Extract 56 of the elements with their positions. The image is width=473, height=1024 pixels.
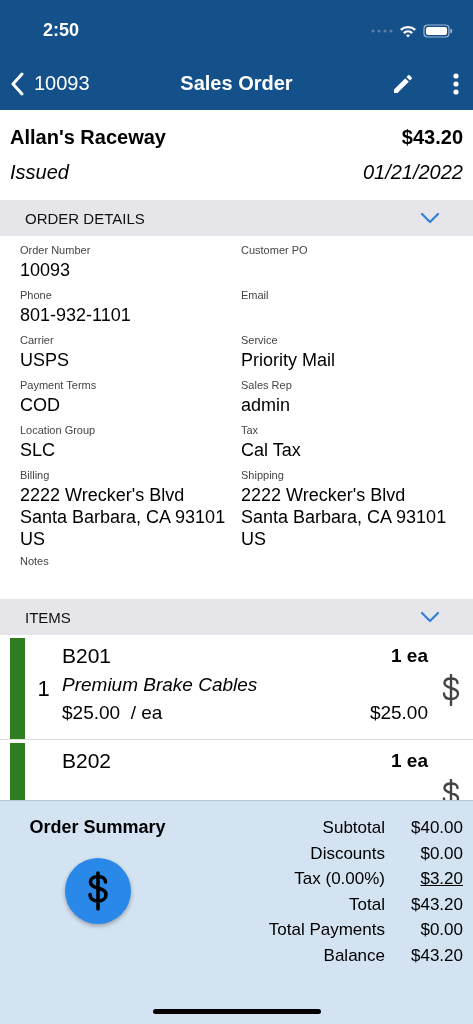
field-label: Order Number — [20, 244, 92, 256]
field-value: 2222 Wrecker's Blvd Santa Barbara, CA 93101 US — [241, 484, 448, 550]
item-description: Premium Brake Cables — [62, 674, 259, 696]
summary-value: $0.00 — [419, 919, 463, 941]
back-button[interactable]: 10093 — [10, 71, 90, 96]
field-value: SLC — [20, 439, 56, 461]
field-value: USPS — [20, 349, 71, 371]
line-item[interactable]: 1 B201 1 ea Premium Brake Cables $25.00 / ea $25.00 — [0, 635, 473, 740]
field-value: 10093 — [20, 259, 72, 281]
summary-link[interactable]: $3.20 — [411, 868, 463, 890]
line-total: $25.00 — [369, 702, 428, 724]
unit-price: $25.00 / ea — [62, 702, 163, 724]
field-label: Billing — [20, 469, 51, 481]
item-quantity: 1 ea — [391, 750, 428, 772]
section-title: ITEMS — [25, 608, 71, 626]
summary-label: Subtotal — [321, 817, 385, 839]
order-status: Issued — [10, 160, 69, 184]
field-value: COD — [20, 394, 61, 416]
item-code: B201 — [62, 644, 112, 668]
field-value: 2222 Wrecker's Blvd Santa Barbara, CA 93101 US — [20, 484, 227, 550]
field-label: Carrier — [20, 334, 55, 346]
field-label: Phone — [20, 289, 53, 301]
customer-name: Allan's Raceway — [10, 125, 166, 149]
screen-title: Sales Order — [180, 72, 293, 95]
item-code: B202 — [62, 749, 112, 773]
field-value: Priority Mail — [241, 349, 336, 371]
field-label: Payment Terms — [20, 379, 98, 391]
field-label: Sales Rep — [241, 379, 293, 391]
field-label: Service — [241, 334, 279, 346]
order-date: 01/21/2022 — [362, 160, 463, 184]
field-value: Cal Tax — [241, 439, 302, 461]
summary-label: Balance — [322, 944, 385, 966]
summary-label: Tax (0.00%) — [293, 868, 385, 890]
section-title: ORDER DETAILS — [25, 209, 145, 227]
field-value: admin — [241, 394, 292, 416]
summary-title: Order Summary — [29, 817, 166, 838]
summary-value: $0.00 — [419, 842, 463, 864]
field-label: Shipping — [241, 469, 285, 481]
item-quantity: 1 ea — [391, 645, 428, 667]
field-label: Tax — [241, 424, 260, 436]
summary-value: $43.20 — [411, 893, 463, 915]
summary-label: Total — [348, 893, 385, 915]
field-label: Customer PO — [241, 244, 309, 256]
section-header[interactable]: ITEMS — [0, 599, 473, 635]
line-number: 1 — [37, 675, 50, 702]
field-label: Notes — [20, 555, 50, 567]
section-header[interactable]: ORDER DETAILS — [0, 200, 473, 236]
field-label: Location Group — [20, 424, 97, 436]
field-label: Email — [241, 289, 270, 301]
summary-label: Discounts — [309, 842, 385, 864]
order-amount: $43.20 — [401, 125, 463, 149]
summary-value: $40.00 — [411, 817, 463, 839]
summary-label: Total Payments — [268, 919, 385, 941]
status-time: 2:50 — [43, 20, 80, 41]
summary-value: $43.20 — [411, 944, 463, 966]
field-value: 801-932-1101 — [20, 304, 132, 326]
